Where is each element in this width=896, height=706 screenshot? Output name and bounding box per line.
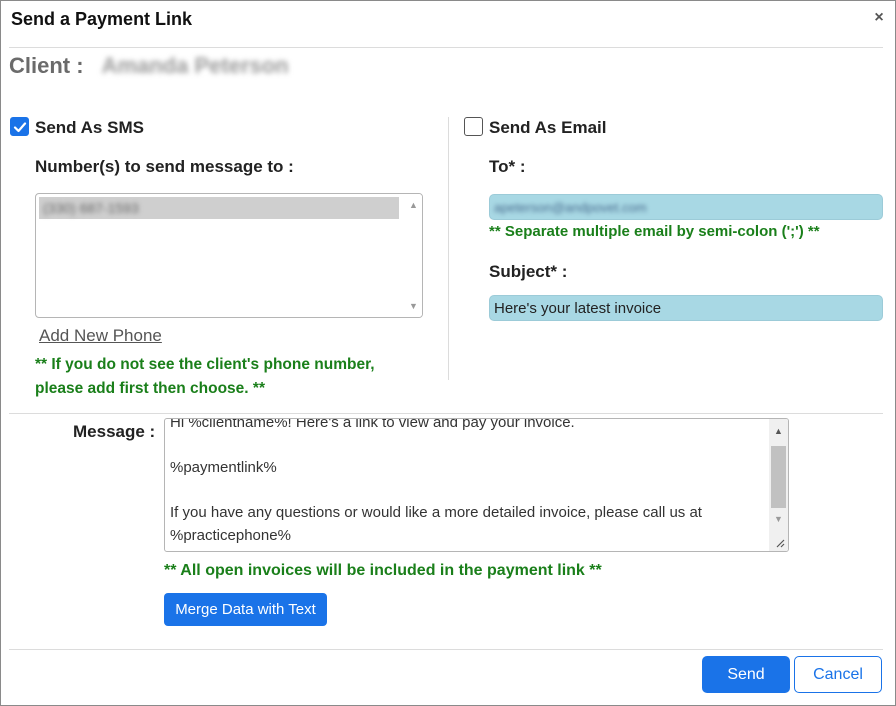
phone-number: (330) 687-1593 (43, 200, 139, 216)
resize-handle-icon[interactable] (774, 537, 785, 548)
checkmark-icon (13, 122, 27, 133)
client-name: Amanda Peterson (101, 53, 289, 78)
subject-label: Subject* : (489, 262, 568, 281)
to-label: To* : (489, 157, 526, 176)
numbers-label: Number(s) to send message to : (35, 157, 294, 176)
client-row: Client : Amanda Peterson (9, 53, 289, 79)
invoices-note: ** All open invoices will be included in… (164, 562, 602, 579)
email-to-field[interactable]: apeterson@andpovet.com (489, 194, 883, 220)
send-sms-label[interactable]: Send As SMS (35, 118, 144, 138)
cancel-button[interactable]: Cancel (794, 656, 882, 693)
phone-note: ** If you do not see the client's phone … (35, 353, 375, 401)
email-separator-note: ** Separate multiple email by semi-colon… (489, 223, 820, 240)
payment-link-dialog: Send a Payment Link × Client : Amanda Pet… (0, 0, 896, 706)
add-new-phone-link[interactable]: Add New Phone (39, 326, 162, 346)
dialog-title: Send a Payment Link (11, 9, 193, 29)
close-icon[interactable]: × (871, 9, 887, 27)
scroll-down-icon[interactable]: ▼ (769, 511, 788, 527)
phone-note-line-2: please add first then choose. ** (35, 380, 265, 397)
send-email-label[interactable]: Send As Email (489, 118, 606, 138)
send-sms-checkbox[interactable] (10, 117, 29, 136)
email-to-value: apeterson@andpovet.com (494, 200, 647, 215)
merge-data-button[interactable]: Merge Data with Text (164, 593, 327, 626)
message-label: Message : (73, 422, 156, 441)
message-text[interactable]: Hi %clientname%! Here's a link to view a… (170, 419, 766, 547)
message-textarea[interactable]: Hi %clientname%! Here's a link to view a… (164, 418, 789, 552)
phone-number-list[interactable]: (330) 687-1593 ▲ ▼ (35, 193, 423, 318)
header-divider (9, 47, 883, 48)
column-divider (448, 117, 449, 380)
phone-list-scrollbar[interactable]: ▲ ▼ (405, 194, 422, 317)
message-scrollbar[interactable]: ▲ ▼ (769, 419, 788, 551)
scroll-up-icon[interactable]: ▲ (769, 423, 788, 439)
scroll-down-icon[interactable]: ▼ (405, 298, 422, 314)
subject-field[interactable]: Here's your latest invoice (489, 295, 883, 321)
section-divider (9, 413, 883, 414)
scroll-thumb[interactable] (771, 446, 786, 508)
client-label: Client : (9, 53, 84, 78)
footer-divider (9, 649, 883, 650)
scroll-up-icon[interactable]: ▲ (405, 197, 422, 213)
send-button[interactable]: Send (702, 656, 790, 693)
phone-note-line-1: ** If you do not see the client's phone … (35, 356, 375, 373)
send-email-checkbox[interactable] (464, 117, 483, 136)
list-item[interactable]: (330) 687-1593 (39, 197, 399, 219)
